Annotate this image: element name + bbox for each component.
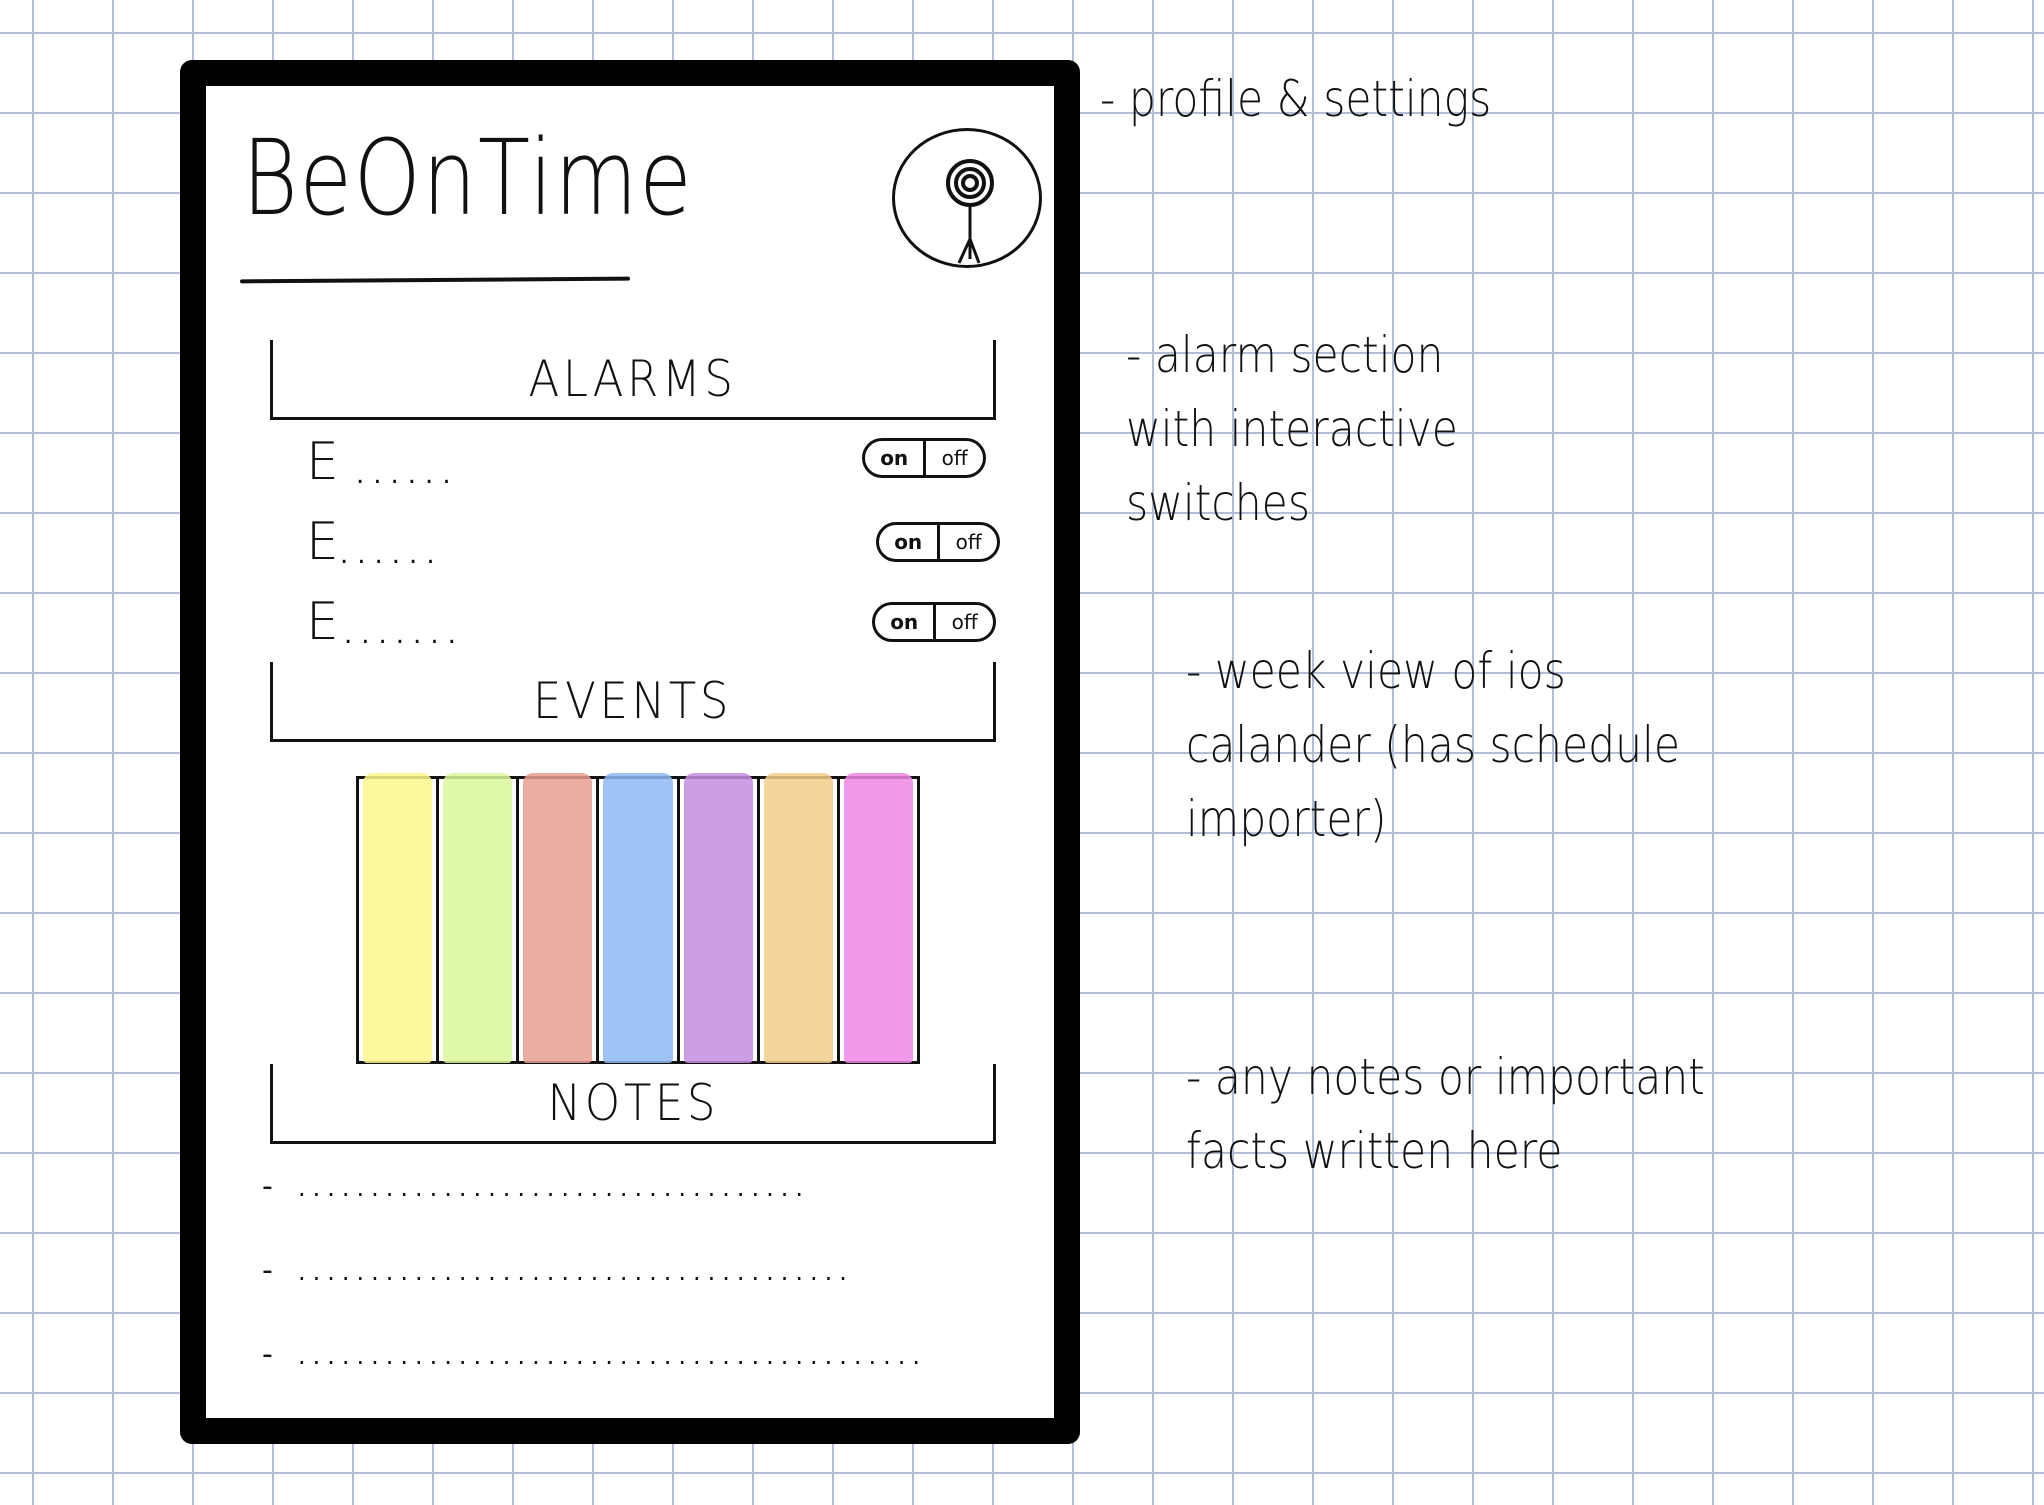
app-screen: BeOnTime ALARMS E ...... on off E ......…: [206, 86, 1054, 1418]
note-text-placeholder: ........................................…: [298, 1342, 928, 1370]
alarms-section-header: ALARMS: [270, 340, 996, 420]
alarm-toggle-switch[interactable]: on off: [876, 522, 1000, 562]
note-text-placeholder: ...................................: [298, 1174, 811, 1202]
toggle-off-label[interactable]: off: [940, 525, 997, 559]
note-item[interactable]: - ......................................: [262, 1256, 962, 1286]
calendar-day-column[interactable]: [439, 773, 520, 1063]
alarm-text-placeholder: .......: [344, 620, 465, 650]
annotation-events: - week view of ios calander (has schedul…: [1186, 642, 1680, 848]
toggle-on-label[interactable]: on: [865, 441, 927, 475]
title-underline: [239, 276, 631, 284]
app-title: BeOnTime: [242, 117, 694, 239]
calendar-day-column[interactable]: [599, 773, 680, 1063]
alarm-toggle-switch[interactable]: on off: [872, 602, 996, 642]
notes-section-header: NOTES: [270, 1064, 996, 1144]
toggle-off-label[interactable]: off: [936, 605, 993, 639]
calendar-day-column[interactable]: [519, 773, 600, 1063]
calendar-day-column[interactable]: [680, 773, 760, 1063]
day-color-fill: [443, 773, 513, 1063]
profile-avatar-icon: [946, 159, 994, 264]
events-section-header: EVENTS: [270, 662, 996, 742]
alarm-text-placeholder: ......: [356, 460, 460, 490]
alarm-item[interactable]: E ...... on off: [296, 512, 1000, 572]
note-bullet: -: [262, 1169, 273, 1204]
notes-section-title: NOTES: [547, 1073, 719, 1132]
week-calendar[interactable]: [356, 773, 920, 1064]
day-color-fill: [683, 773, 753, 1063]
profile-settings-button[interactable]: [892, 128, 1042, 268]
phone-frame: BeOnTime ALARMS E ...... on off E ......…: [180, 60, 1080, 1444]
alarm-label: E: [306, 592, 339, 652]
note-item[interactable]: - ......................................…: [262, 1340, 962, 1370]
day-color-fill: [523, 773, 593, 1063]
note-bullet: -: [262, 1253, 273, 1288]
toggle-on-label[interactable]: on: [875, 605, 937, 639]
day-color-fill: [603, 773, 673, 1063]
events-section-title: EVENTS: [533, 671, 733, 730]
alarm-item[interactable]: E ....... on off: [296, 592, 996, 652]
day-color-fill: [363, 773, 433, 1063]
day-color-fill: [843, 773, 913, 1063]
alarm-text-placeholder: ......: [340, 540, 444, 570]
alarm-label: E: [306, 432, 339, 492]
annotation-alarms: - alarm section with interactive switche…: [1126, 326, 1458, 532]
calendar-day-column[interactable]: [840, 773, 917, 1063]
note-text-placeholder: ......................................: [298, 1258, 854, 1286]
toggle-off-label[interactable]: off: [926, 441, 983, 475]
toggle-on-label[interactable]: on: [879, 525, 941, 559]
alarm-item[interactable]: E ...... on off: [296, 432, 996, 492]
alarm-label: E: [306, 512, 339, 572]
alarm-toggle-switch[interactable]: on off: [862, 438, 986, 478]
note-bullet: -: [262, 1337, 273, 1372]
alarms-section-title: ALARMS: [529, 349, 737, 408]
calendar-day-column[interactable]: [760, 773, 840, 1063]
day-color-fill: [763, 773, 833, 1063]
note-item[interactable]: - ...................................: [262, 1172, 962, 1202]
annotation-notes: - any notes or important facts written h…: [1186, 1048, 1705, 1180]
calendar-day-column[interactable]: [359, 773, 440, 1063]
annotation-profile: - profile & settings: [1100, 70, 1492, 128]
